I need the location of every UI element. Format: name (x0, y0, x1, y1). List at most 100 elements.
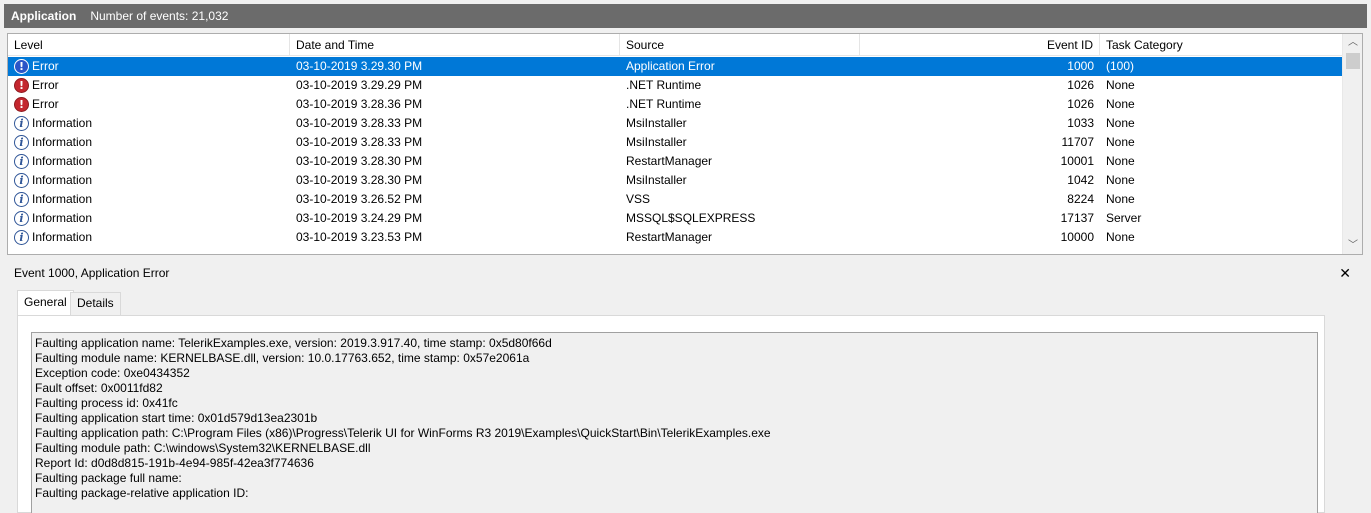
error-icon: ! (14, 97, 29, 112)
level-label: Information (32, 211, 93, 225)
level-cell: ! Error (14, 95, 290, 114)
event-id-cell: 1026 (1067, 78, 1094, 92)
level-label: Error (32, 97, 59, 111)
log-header: Application Number of events: 21,032 (4, 4, 1367, 28)
level-cell: ! Error (14, 57, 290, 76)
table-row[interactable]: i Information 03-10-2019 3.28.33 PM MsiInst… (8, 114, 1342, 133)
column-header-date[interactable]: Date and Time (290, 34, 620, 56)
table-row[interactable]: i Information 03-10-2019 3.28.30 PM Restart… (8, 152, 1342, 171)
information-icon: i (14, 154, 29, 169)
level-label: Information (32, 173, 93, 187)
level-cell: i Information (14, 152, 290, 171)
tab-general[interactable]: General (17, 290, 74, 315)
level-label: Information (32, 116, 93, 130)
date-cell: 03-10-2019 3.23.53 PM (296, 230, 423, 244)
column-header-task-category[interactable]: Task Category (1100, 34, 1342, 56)
description-line: Fault offset: 0x0011fd82 (35, 381, 163, 395)
event-count: Number of events: 21,032 (90, 9, 229, 23)
level-cell: ! Error (14, 76, 290, 95)
table-row[interactable]: ! Error 03-10-2019 3.29.30 PM Application E… (8, 57, 1342, 76)
source-cell: MsiInstaller (626, 116, 687, 130)
error-icon: ! (14, 59, 29, 74)
date-cell: 03-10-2019 3.29.29 PM (296, 78, 423, 92)
date-cell: 03-10-2019 3.28.33 PM (296, 135, 423, 149)
description-line: Faulting module path: C:\windows\System3… (35, 441, 371, 455)
event-detail-title: Event 1000, Application Error (14, 266, 170, 280)
source-cell: .NET Runtime (626, 78, 702, 92)
event-id-cell: 1033 (1067, 116, 1094, 130)
general-tab-panel: Faulting application name: TelerikExampl… (17, 315, 1325, 513)
column-header-level[interactable]: Level (8, 34, 290, 56)
task-category-cell: None (1106, 230, 1135, 244)
information-icon: i (14, 230, 29, 245)
information-icon: i (14, 192, 29, 207)
table-row[interactable]: i Information 03-10-2019 3.28.33 PM MsiInst… (8, 133, 1342, 152)
event-detail-title-bar: Event 1000, Application Error ✕ (7, 263, 1363, 283)
tab-details[interactable]: Details (70, 292, 121, 315)
task-category-cell: None (1106, 116, 1135, 130)
table-row[interactable]: i Information 03-10-2019 3.26.52 PM VSS 8224… (8, 190, 1342, 209)
task-category-cell: None (1106, 154, 1135, 168)
date-cell: 03-10-2019 3.28.30 PM (296, 154, 423, 168)
level-cell: i Information (14, 114, 290, 133)
event-description[interactable]: Faulting application name: TelerikExampl… (31, 332, 1318, 513)
date-cell: 03-10-2019 3.26.52 PM (296, 192, 423, 206)
source-cell: RestartManager (626, 154, 713, 168)
source-cell: .NET Runtime (626, 97, 702, 111)
level-cell: i Information (14, 190, 290, 209)
level-label: Error (32, 78, 59, 92)
level-cell: i Information (14, 171, 290, 190)
event-list-scrollbar[interactable]: ︿ ﹀ (1342, 34, 1362, 254)
event-list: Level Date and Time Source Event ID Task… (7, 33, 1363, 255)
task-category-cell: None (1106, 173, 1135, 187)
level-label: Information (32, 192, 93, 206)
close-icon[interactable]: ✕ (1339, 263, 1351, 283)
table-row[interactable]: i Information 03-10-2019 3.28.30 PM MsiInst… (8, 171, 1342, 190)
event-id-cell: 10000 (1060, 230, 1094, 244)
event-id-cell: 8224 (1067, 192, 1094, 206)
task-category-cell: Server (1106, 211, 1142, 225)
table-row[interactable]: i Information 03-10-2019 3.24.29 PM MSSQL$S… (8, 209, 1342, 228)
event-rows: ! Error 03-10-2019 3.29.30 PM Application E… (8, 57, 1342, 247)
level-label: Information (32, 135, 93, 149)
source-cell: Application Error (626, 59, 715, 73)
description-line: Faulting package-relative application ID… (35, 486, 249, 500)
event-id-cell: 10001 (1060, 154, 1094, 168)
source-cell: VSS (626, 192, 651, 206)
task-category-cell: None (1106, 78, 1135, 92)
table-row[interactable]: i Information 03-10-2019 3.23.53 PM Restart… (8, 228, 1342, 247)
table-row[interactable]: ! Error 03-10-2019 3.29.29 PM .NET Runtime 1… (8, 76, 1342, 95)
date-cell: 03-10-2019 3.28.36 PM (296, 97, 423, 111)
scroll-thumb[interactable] (1346, 53, 1360, 69)
level-label: Error (32, 59, 59, 73)
event-id-cell: 1042 (1067, 173, 1094, 187)
date-cell: 03-10-2019 3.28.30 PM (296, 173, 423, 187)
description-line: Faulting application path: C:\Program Fi… (35, 426, 771, 440)
table-row[interactable]: ! Error 03-10-2019 3.28.36 PM .NET Runtime 1… (8, 95, 1342, 114)
scroll-down-icon[interactable]: ﹀ (1343, 237, 1362, 254)
description-line: Faulting module name: KERNELBASE.dll, ve… (35, 351, 530, 365)
event-list-header: Level Date and Time Source Event ID Task… (8, 34, 1342, 56)
information-icon: i (14, 173, 29, 188)
task-category-cell: None (1106, 135, 1135, 149)
date-cell: 03-10-2019 3.24.29 PM (296, 211, 423, 225)
date-cell: 03-10-2019 3.29.30 PM (296, 59, 423, 73)
description-line: Report Id: d0d8d815-191b-4e94-985f-42ea3… (35, 456, 314, 470)
level-cell: i Information (14, 209, 290, 228)
date-cell: 03-10-2019 3.28.33 PM (296, 116, 423, 130)
description-line: Faulting application name: TelerikExampl… (35, 336, 552, 350)
description-line: Faulting application start time: 0x01d57… (35, 411, 318, 425)
column-header-event-id[interactable]: Event ID (860, 34, 1100, 56)
column-header-source[interactable]: Source (620, 34, 860, 56)
source-cell: MsiInstaller (626, 173, 687, 187)
information-icon: i (14, 135, 29, 150)
source-cell: MSSQL$SQLEXPRESS (626, 211, 756, 225)
scroll-up-icon[interactable]: ︿ (1343, 34, 1362, 51)
error-icon: ! (14, 78, 29, 93)
task-category-cell: None (1106, 192, 1135, 206)
level-cell: i Information (14, 133, 290, 152)
information-icon: i (14, 116, 29, 131)
event-id-cell: 11707 (1061, 135, 1094, 149)
level-label: Information (32, 230, 93, 244)
event-id-cell: 17137 (1060, 211, 1094, 225)
